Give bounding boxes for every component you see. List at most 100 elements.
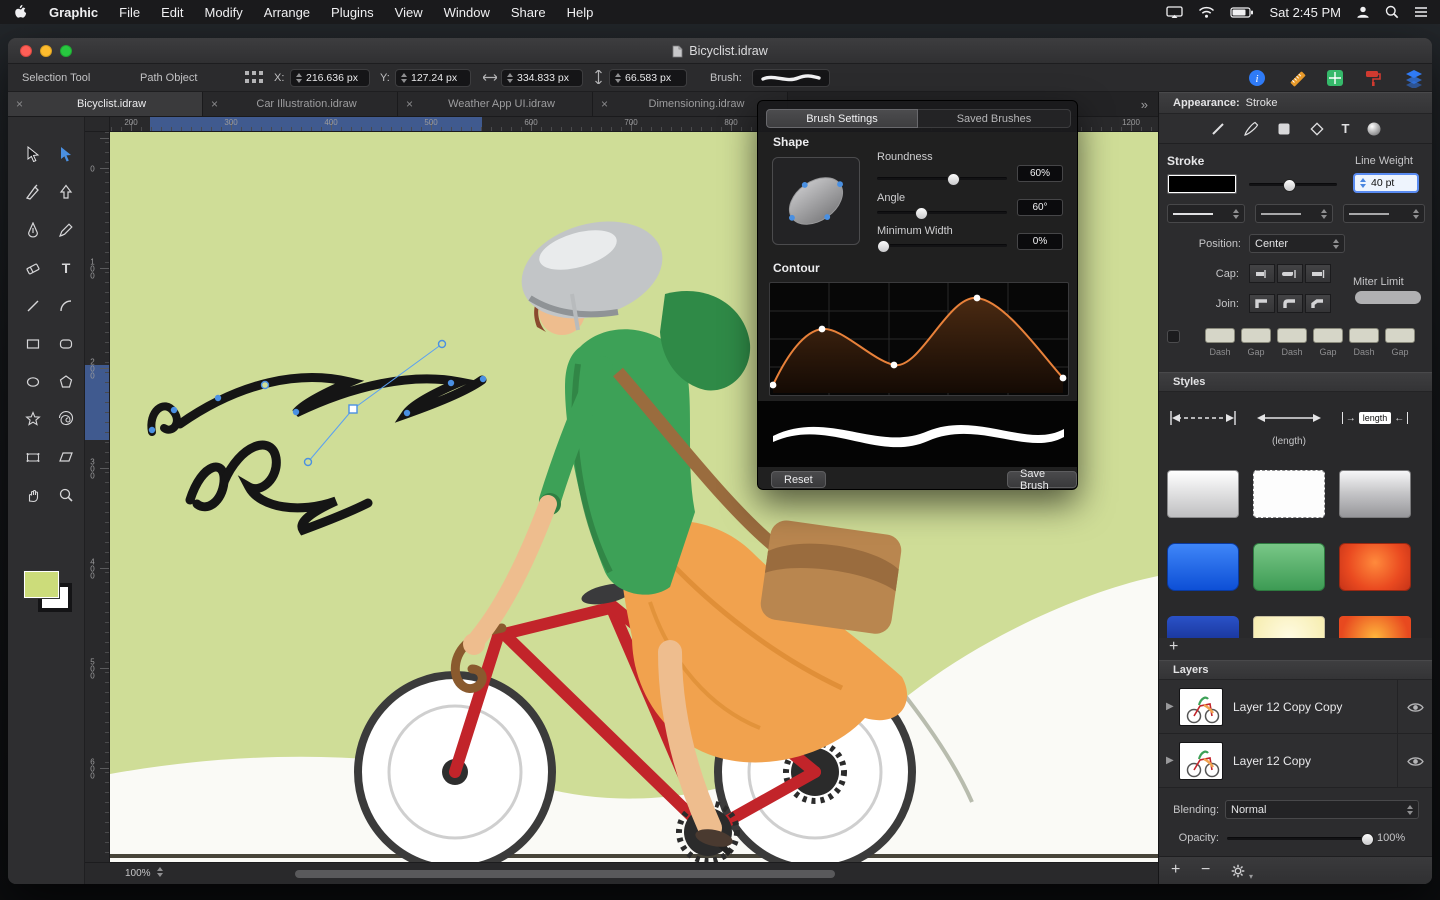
knife-tool-icon[interactable] [20, 178, 46, 206]
move-tool-icon[interactable] [53, 178, 79, 206]
layer-visibility-eye-icon[interactable] [1407, 701, 1424, 714]
join-round-button[interactable] [1277, 294, 1303, 313]
style-swatch-white-dashed[interactable] [1253, 470, 1325, 518]
dropdown-stepper[interactable] [1413, 208, 1419, 219]
line-weight-slider-knob[interactable] [1283, 179, 1296, 192]
tab-close-icon[interactable]: × [406, 97, 413, 111]
style-swatch-pale-yellow[interactable] [1253, 616, 1325, 638]
save-brush-button[interactable]: Save Brush [1007, 468, 1077, 489]
star-tool-icon[interactable] [20, 405, 46, 433]
menu-arrange[interactable]: Arrange [264, 5, 310, 20]
gap-field-3[interactable] [1385, 328, 1415, 343]
arc-tool-icon[interactable] [53, 292, 79, 320]
y-stepper[interactable] [401, 73, 407, 83]
style-dim-length-label[interactable]: → length ← [1339, 400, 1411, 436]
arrow-start-dropdown[interactable] [1255, 204, 1333, 223]
layer-settings-gear-icon[interactable] [1231, 864, 1245, 878]
layer-name[interactable]: Layer 12 Copy Copy [1233, 700, 1342, 714]
line-weight-field[interactable]: 40 pt [1353, 173, 1419, 193]
disclosure-triangle-icon[interactable]: ▶ [1166, 755, 1174, 766]
shear-tool-icon[interactable] [53, 443, 79, 471]
blending-dropdown[interactable]: Normal [1225, 800, 1419, 819]
width-value[interactable]: 334.833 px [517, 72, 569, 84]
style-swatch-navy[interactable] [1167, 616, 1239, 638]
y-coordinate-field[interactable]: 127.24 px [395, 69, 471, 87]
battery-icon[interactable] [1230, 6, 1254, 18]
eraser-tool-icon[interactable] [20, 254, 46, 282]
text-tool-icon[interactable]: T [53, 254, 79, 282]
pencil-tool-icon[interactable] [53, 216, 79, 244]
rounded-rectangle-tool-icon[interactable] [53, 330, 79, 358]
opacity-slider[interactable] [1227, 833, 1374, 846]
x-value[interactable]: 216.636 px [306, 72, 358, 84]
style-swatch-blue[interactable] [1167, 543, 1239, 591]
text-mode-icon[interactable]: T [1342, 121, 1350, 136]
minimum-width-value[interactable]: 0% [1017, 233, 1063, 250]
tab-label[interactable]: Car Illustration.idraw [224, 98, 389, 110]
menu-file[interactable]: File [119, 5, 140, 20]
tab-label[interactable]: Weather App UI.idraw [419, 98, 584, 110]
angle-slider[interactable] [877, 207, 1007, 220]
tab-overflow-chevron[interactable]: » [1131, 92, 1158, 116]
apple-icon[interactable] [14, 4, 28, 20]
polygon-tool-icon[interactable] [53, 368, 79, 396]
rectangle-tool-icon[interactable] [20, 330, 46, 358]
menu-help[interactable]: Help [567, 5, 594, 20]
menu-clock[interactable]: Sat 2:45 PM [1269, 5, 1341, 20]
tab-close-icon[interactable]: × [601, 97, 608, 111]
dash-enable-checkbox[interactable] [1167, 330, 1180, 343]
line-weight-value[interactable]: 40 pt [1371, 177, 1394, 189]
hand-tool-icon[interactable] [20, 481, 46, 509]
cap-projecting-button[interactable] [1305, 264, 1331, 283]
spiral-tool-icon[interactable] [53, 405, 79, 433]
disclosure-triangle-icon[interactable]: ▶ [1166, 701, 1174, 712]
style-dim-dashed-arrow[interactable] [1167, 400, 1239, 436]
tab-brush-settings[interactable]: Brush Settings [766, 109, 918, 128]
minimize-window-button[interactable] [40, 45, 52, 57]
remove-layer-button[interactable]: − [1201, 861, 1210, 879]
minimum-width-slider-knob[interactable] [877, 240, 890, 253]
zoom-tool-icon[interactable] [53, 481, 79, 509]
zoom-stepper[interactable] [157, 867, 163, 877]
dash-field-2[interactable] [1277, 328, 1307, 343]
screen-mirroring-icon[interactable] [1166, 5, 1184, 19]
angle-slider-knob[interactable] [915, 207, 928, 220]
join-bevel-button[interactable] [1305, 294, 1331, 313]
dropdown-stepper[interactable] [1321, 208, 1327, 219]
height-stepper[interactable] [615, 73, 621, 83]
ruler-icon[interactable] [1288, 69, 1308, 89]
roundness-value[interactable]: 60% [1017, 165, 1063, 182]
selection-tool-icon[interactable] [20, 140, 46, 168]
line-weight-slider[interactable] [1249, 179, 1337, 192]
stroke-mode-icon[interactable] [1210, 121, 1226, 137]
cap-butt-button[interactable] [1249, 264, 1275, 283]
title-bar[interactable]: Bicyclist.idraw [8, 38, 1432, 64]
reset-button[interactable]: Reset [771, 471, 826, 488]
alignment-grid-icon[interactable] [245, 71, 263, 85]
roundness-slider-knob[interactable] [947, 173, 960, 186]
menu-app-name[interactable]: Graphic [49, 5, 98, 20]
tab-close-icon[interactable]: × [211, 97, 218, 111]
effects-mode-icon[interactable] [1366, 121, 1382, 137]
layer-thumbnail[interactable] [1179, 742, 1223, 780]
style-swatch-orange[interactable] [1339, 616, 1411, 638]
tab-car-illustration[interactable]: × Car Illustration.idraw [203, 92, 398, 116]
tab-saved-brushes[interactable]: Saved Brushes [918, 109, 1071, 128]
notification-list-icon[interactable] [1414, 6, 1428, 18]
position-dropdown[interactable]: Center [1249, 234, 1345, 253]
layer-visibility-eye-icon[interactable] [1407, 755, 1424, 768]
layer-thumbnail[interactable] [1179, 688, 1223, 726]
add-layer-button[interactable]: + [1171, 861, 1180, 879]
info-icon[interactable]: i [1248, 69, 1266, 87]
menu-view[interactable]: View [395, 5, 423, 20]
height-field[interactable]: 66.583 px [609, 69, 687, 87]
user-icon[interactable] [1356, 5, 1370, 19]
menu-modify[interactable]: Modify [204, 5, 242, 20]
tab-label[interactable]: Bicyclist.idraw [29, 98, 194, 110]
width-stepper[interactable] [507, 73, 513, 83]
grid-icon[interactable] [1326, 69, 1344, 87]
x-stepper[interactable] [296, 73, 302, 83]
stroke-color-swatch[interactable] [1167, 174, 1237, 194]
style-swatch-red[interactable] [1339, 543, 1411, 591]
menu-plugins[interactable]: Plugins [331, 5, 374, 20]
